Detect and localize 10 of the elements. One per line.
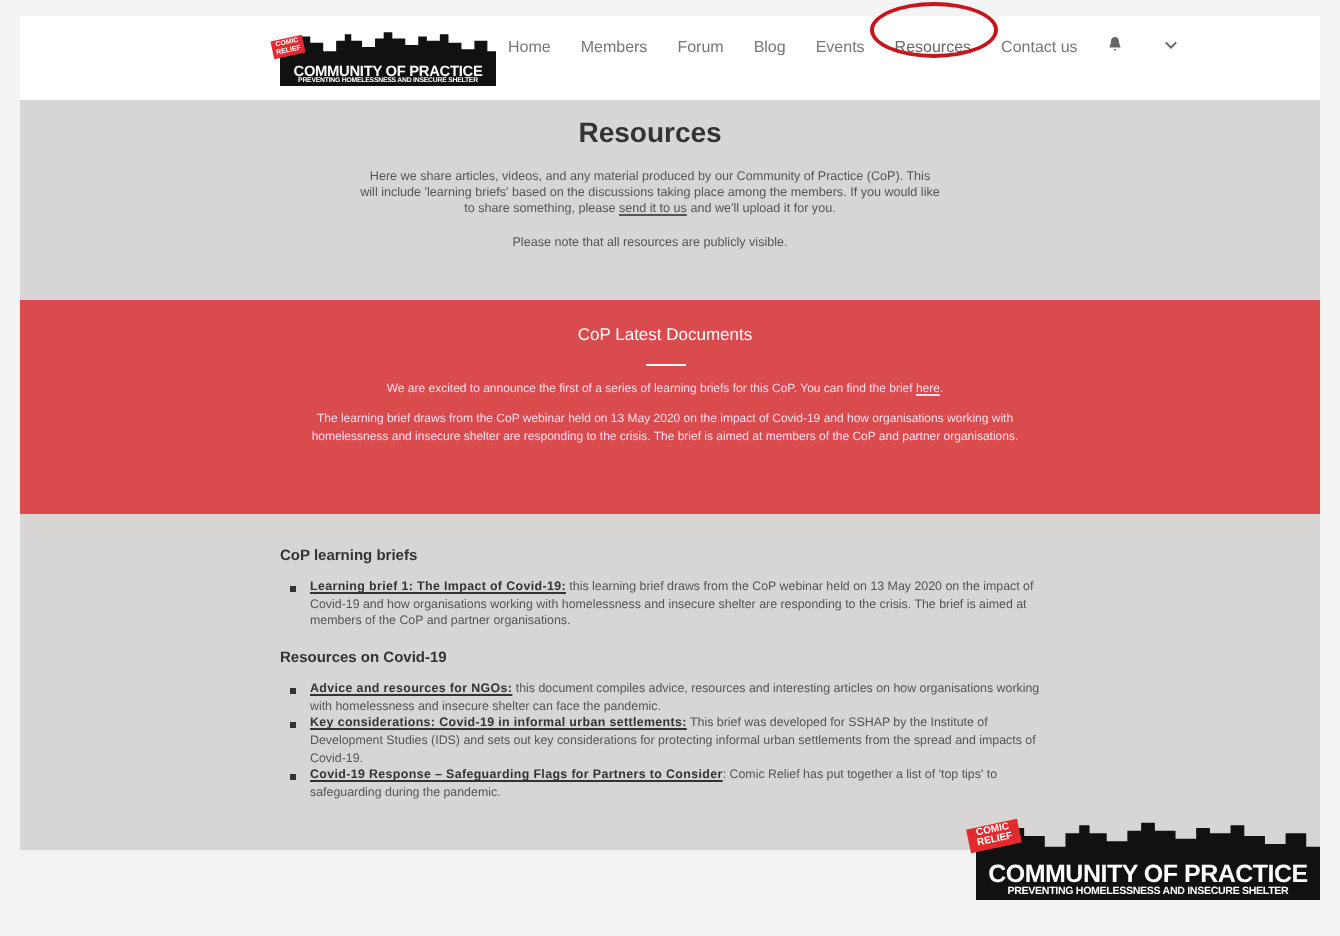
banner-title: CoP Latest Documents — [577, 322, 753, 348]
page-title: Resources — [578, 114, 722, 152]
logo-title: COMMUNITY OF PRACTICE — [986, 862, 1310, 887]
nav-link[interactable]: Forum — [677, 38, 724, 56]
nav-link[interactable]: Home — [508, 38, 551, 56]
nav-link[interactable]: Members — [580, 38, 648, 56]
nav-link[interactable]: Contact us — [1001, 38, 1078, 56]
nav-link[interactable]: Resources — [894, 38, 972, 56]
nav-link[interactable]: Events — [815, 38, 865, 56]
nav-link[interactable]: Blog — [753, 38, 786, 56]
